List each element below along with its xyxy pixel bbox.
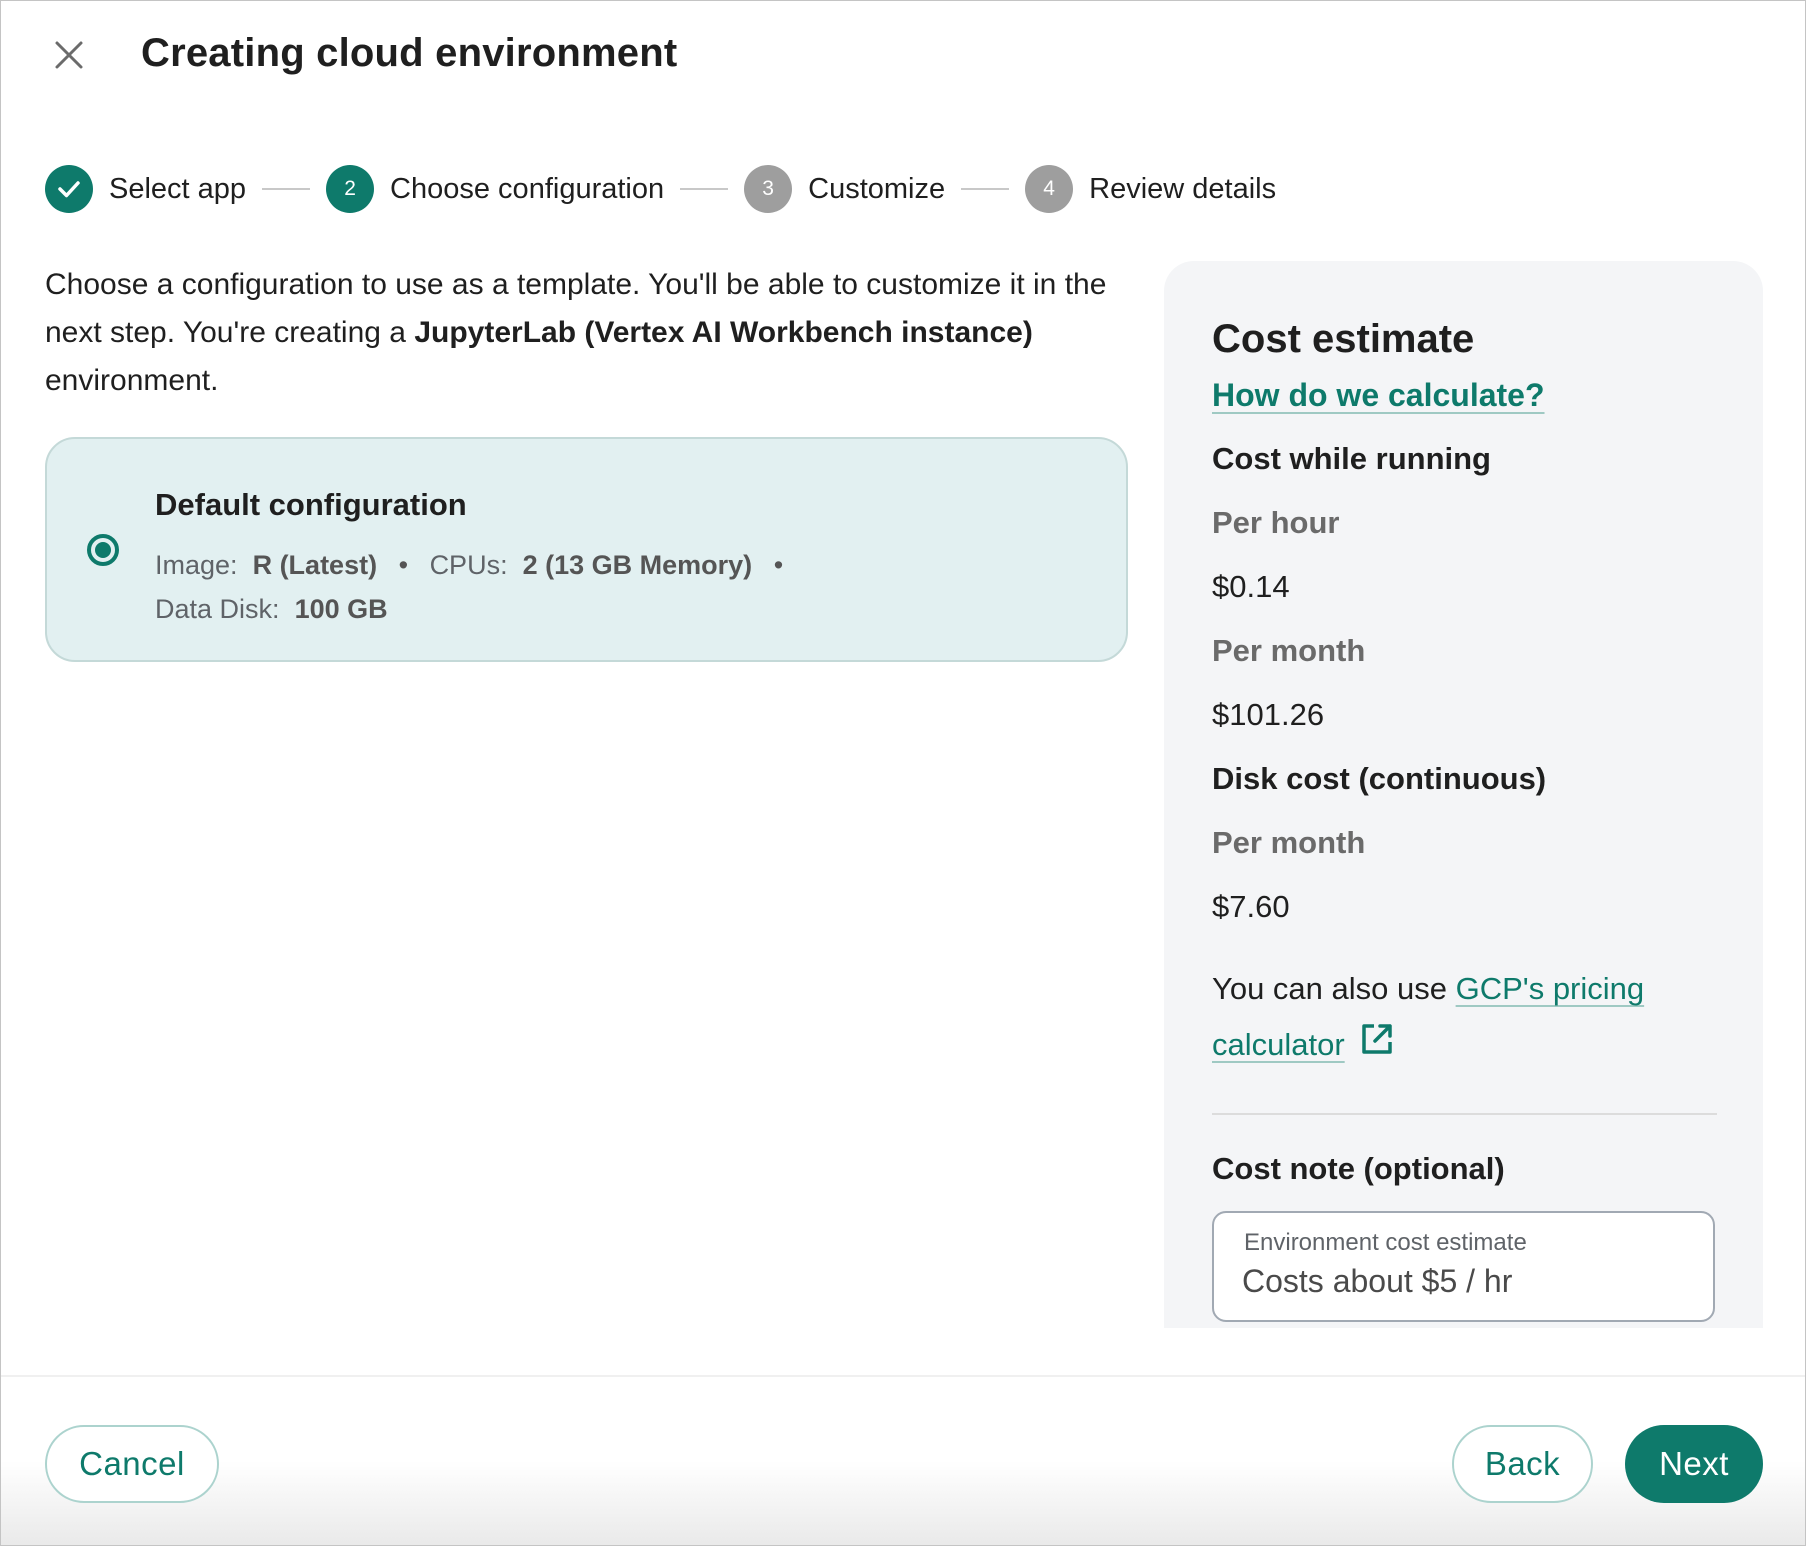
external-link-icon[interactable]	[1359, 1019, 1395, 1075]
cost-note-input[interactable]	[1242, 1263, 1682, 1300]
step-connector	[680, 188, 729, 190]
step-select-app[interactable]: Select app	[45, 165, 246, 213]
disk-per-month-value: $7.60	[1212, 889, 1290, 924]
config-details: Image: R (Latest) • CPUs: 2 (13 GB Memor…	[155, 543, 1055, 631]
cost-note-heading: Cost note (optional)	[1212, 1151, 1505, 1186]
intro-text: Choose a configuration to use as a templ…	[45, 261, 1135, 405]
panel-divider	[1212, 1113, 1717, 1115]
close-icon	[55, 41, 83, 69]
create-environment-dialog: Creating cloud environment Select app 2 …	[0, 0, 1806, 1546]
per-month-value: $101.26	[1212, 697, 1325, 732]
how-calculate-link[interactable]: How do we calculate?	[1212, 377, 1545, 414]
step-label: Choose configuration	[390, 172, 665, 205]
running-cost-heading: Cost while running	[1212, 441, 1491, 476]
disk-per-month-label: Per month	[1212, 825, 1366, 860]
step-4-indicator: 4	[1025, 165, 1074, 213]
cost-note-field-label: Environment cost estimate	[1244, 1229, 1527, 1256]
cost-estimate-panel: Cost estimate How do we calculate? Cost …	[1164, 261, 1763, 1328]
cost-estimate-title: Cost estimate	[1212, 317, 1475, 361]
pricing-calculator-note: You can also use GCP's pricing calculato…	[1212, 961, 1732, 1075]
image-value: R (Latest)	[252, 550, 378, 580]
per-hour-value: $0.14	[1212, 569, 1290, 604]
image-label: Image:	[155, 550, 238, 580]
radio-selected-dot	[95, 542, 111, 558]
step-label: Review details	[1089, 172, 1277, 205]
intro-suffix: environment.	[45, 364, 219, 397]
step-connector	[262, 188, 311, 190]
dialog-title: Creating cloud environment	[141, 31, 678, 75]
step-1-indicator	[45, 165, 93, 213]
cost-note-field[interactable]: Environment cost estimate	[1212, 1211, 1715, 1322]
config-option-default[interactable]: Default configuration Image: R (Latest) …	[45, 437, 1128, 662]
cancel-button[interactable]: Cancel	[45, 1425, 219, 1503]
step-3-indicator: 3	[744, 165, 793, 213]
next-button[interactable]: Next	[1625, 1425, 1763, 1503]
cpus-value: 2 (13 GB Memory)	[522, 550, 753, 580]
step-label: Customize	[808, 172, 946, 205]
app-name: JupyterLab (Vertex AI Workbench instance…	[414, 316, 1033, 349]
config-title: Default configuration	[155, 487, 467, 522]
note-prefix: You can also use	[1212, 971, 1456, 1006]
step-label: Select app	[109, 172, 247, 205]
footer-divider	[1, 1375, 1805, 1377]
config-radio[interactable]	[87, 534, 119, 566]
disk-value: 100 GB	[294, 594, 388, 624]
per-month-label: Per month	[1212, 633, 1366, 668]
step-review-details[interactable]: 4 Review details	[1025, 165, 1276, 213]
per-hour-label: Per hour	[1212, 505, 1340, 540]
close-button[interactable]	[49, 35, 89, 75]
back-button[interactable]: Back	[1452, 1425, 1593, 1503]
disk-label: Data Disk:	[155, 594, 280, 624]
step-connector	[961, 188, 1010, 190]
disk-cost-heading: Disk cost (continuous)	[1212, 761, 1547, 796]
step-2-indicator: 2	[326, 165, 375, 213]
separator-dot: •	[773, 550, 784, 580]
cpus-label: CPUs:	[429, 550, 508, 580]
check-icon	[58, 181, 80, 198]
stepper: Select app 2 Choose configuration 3 Cust…	[45, 165, 1276, 213]
step-customize[interactable]: 3 Customize	[744, 165, 945, 213]
step-choose-configuration[interactable]: 2 Choose configuration	[326, 165, 664, 213]
separator-dot: •	[398, 550, 409, 580]
